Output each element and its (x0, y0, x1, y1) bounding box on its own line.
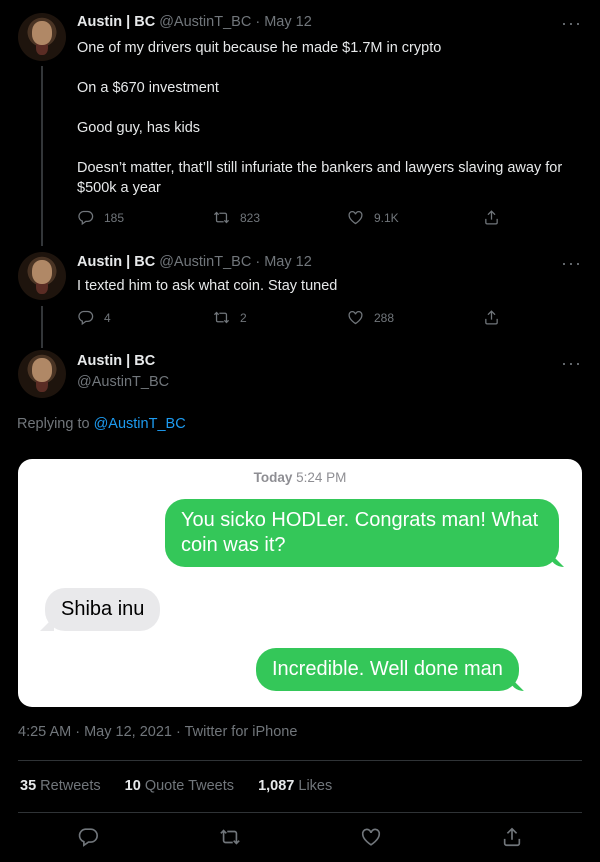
share-icon (483, 309, 500, 326)
retweet-icon (213, 309, 230, 326)
tweet-date[interactable]: May 12 (264, 14, 312, 30)
quotes-count: 10 (124, 778, 141, 794)
received-message: Shiba inu (45, 588, 161, 631)
retweet-icon (213, 209, 230, 226)
sent-message: Incredible. Well done man (256, 648, 519, 691)
tweet-paragraph: I texted him to ask what coin. Stay tune… (77, 278, 338, 294)
reply-button[interactable] (77, 826, 99, 848)
heart-icon (360, 826, 382, 848)
like-count: 9.1K (374, 210, 399, 225)
replying-to: Replying to @AustinT_BC (17, 416, 186, 432)
tweet-text: I texted him to ask what coin. Stay tune… (77, 276, 582, 296)
reply-icon (77, 826, 99, 848)
likes-stat[interactable]: 1,087 Likes (258, 778, 332, 794)
tweet-stats: 35 Retweets 10 Quote Tweets 1,087 Likes (20, 778, 352, 794)
share-button[interactable] (483, 309, 510, 326)
tweet[interactable]: Austin | BC @AustinT_BC · May 12 ··· One… (0, 0, 600, 246)
avatar[interactable] (18, 13, 66, 61)
reply-icon (77, 209, 94, 226)
timestamp-day: Today (253, 470, 293, 485)
retweets-stat[interactable]: 35 Retweets (20, 778, 105, 794)
avatar[interactable] (18, 252, 66, 300)
reply-count: 4 (104, 310, 111, 325)
reply-button[interactable]: 4 (77, 309, 111, 326)
retweet-button[interactable]: 823 (213, 209, 260, 226)
like-button[interactable] (360, 826, 382, 848)
main-tweet-actions (0, 826, 600, 850)
retweet-button[interactable] (219, 826, 241, 848)
tweet-date[interactable]: May 12 (264, 254, 312, 270)
quotes-label: Quote Tweets (144, 778, 235, 794)
tweet-header: Austin | BC @AustinT_BC · May 12 (77, 14, 312, 30)
share-button[interactable] (483, 209, 510, 226)
tweet-header: Austin | BC @AustinT_BC · May 12 (77, 254, 312, 270)
share-icon (483, 209, 500, 226)
tweet[interactable]: Austin | BC @AustinT_BC · May 12 ··· I t… (0, 246, 600, 346)
divider (18, 760, 582, 761)
likes-count: 1,087 (258, 778, 295, 794)
avatar[interactable] (18, 350, 66, 398)
retweet-count: 823 (240, 210, 261, 225)
tweet-actions: 185 823 9.1K (77, 209, 507, 229)
retweet-count: 2 (240, 310, 247, 325)
tweet-paragraph: Doesn’t matter, that’ll still infuriate … (77, 160, 563, 196)
mention-link[interactable]: @AustinT_BC (94, 416, 186, 432)
user-handle[interactable]: @AustinT_BC (159, 14, 251, 30)
divider (18, 812, 582, 813)
reply-icon (77, 309, 94, 326)
display-name[interactable]: Austin | BC (77, 353, 155, 369)
retweet-icon (219, 826, 241, 848)
display-name[interactable]: Austin | BC (77, 14, 155, 30)
tweet-paragraph: One of my drivers quit because he made $… (77, 40, 442, 56)
tweet-paragraph: On a $670 investment (77, 80, 219, 96)
share-icon (501, 826, 523, 848)
heart-icon (347, 309, 364, 326)
sent-message: You sicko HODLer. Congrats man! What coi… (165, 499, 559, 567)
display-name[interactable]: Austin | BC (77, 254, 155, 270)
reply-button[interactable]: 185 (77, 209, 124, 226)
retweets-count: 35 (20, 778, 37, 794)
like-button[interactable]: 9.1K (347, 209, 399, 226)
user-handle[interactable]: @AustinT_BC (159, 254, 251, 270)
share-button[interactable] (501, 826, 523, 848)
tweet-text: One of my drivers quit because he made $… (77, 38, 582, 198)
tweet-meta[interactable]: 4:25 AM · May 12, 2021 · Twitter for iPh… (18, 724, 297, 740)
like-button[interactable]: 288 (347, 309, 394, 326)
attached-image[interactable]: Today 5:24 PM You sicko HODLer. Congrats… (18, 459, 582, 707)
tweet-actions: 4 2 288 (77, 309, 507, 329)
reply-count: 185 (104, 210, 125, 225)
separator: · (255, 14, 261, 30)
more-options-icon[interactable]: ··· (561, 14, 582, 32)
tweet-paragraph: Good guy, has kids (77, 120, 201, 136)
likes-label: Likes (298, 778, 333, 794)
replying-prefix: Replying to (17, 416, 90, 432)
like-count: 288 (374, 310, 395, 325)
separator: · (255, 254, 261, 270)
quote-tweets-stat[interactable]: 10 Quote Tweets (125, 778, 238, 794)
retweets-label: Retweets (40, 778, 101, 794)
heart-icon (347, 209, 364, 226)
message-timestamp: Today 5:24 PM (18, 470, 582, 485)
user-handle[interactable]: @AustinT_BC (77, 374, 169, 390)
timestamp-time: 5:24 PM (296, 470, 347, 485)
more-options-icon[interactable]: ··· (561, 254, 582, 272)
retweet-button[interactable]: 2 (213, 309, 247, 326)
more-options-icon[interactable]: ··· (561, 354, 582, 372)
